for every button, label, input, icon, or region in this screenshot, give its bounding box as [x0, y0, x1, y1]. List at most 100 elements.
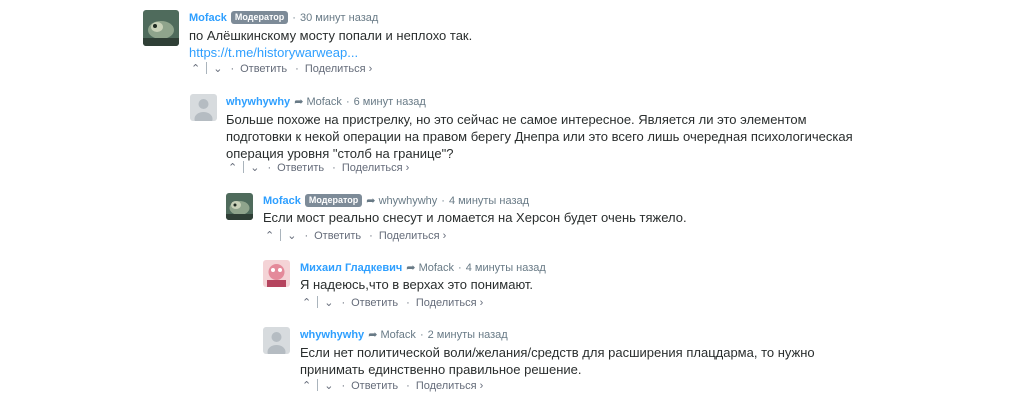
timestamp[interactable]: 4 минуты назад [449, 195, 529, 207]
separator-dot: · [341, 380, 346, 392]
separator-dot: · [369, 230, 373, 242]
reply-button[interactable]: Ответить [314, 230, 361, 242]
comment-text-line: Если нет политической воли/желания/средс… [300, 345, 815, 360]
reply-button[interactable]: Ответить [351, 380, 398, 392]
reply-button[interactable]: Ответить [240, 63, 287, 75]
chevron-up-icon[interactable]: ⌃ [302, 296, 311, 310]
reply-arrow-icon: ➦ [368, 329, 378, 341]
avatar-lizard-icon [143, 10, 179, 46]
separator-dot: · [292, 12, 296, 24]
reply-to-name: Mofack [418, 262, 455, 274]
author-name[interactable]: whywhywhy [226, 96, 290, 108]
separator-dot: · [267, 162, 272, 174]
avatar-lizard-icon [226, 193, 253, 220]
separator-dot: · [341, 297, 346, 309]
separator-dot: · [332, 162, 336, 174]
reply-to[interactable]: ➦ Mofack [368, 329, 416, 341]
comment-header: Mofack Модератор · 30 минут назад [189, 11, 378, 25]
comment: whywhywhy ➦ Mofack · 2 минуты назад Если не… [263, 327, 983, 399]
comment-body: Больше похоже на пристрелку, но это сейч… [226, 111, 1006, 162]
comment-footer: ⌃ ⌄ · Ответить · Поделиться › [191, 62, 372, 76]
avatar[interactable] [143, 10, 179, 46]
comment-body: по Алёшкинскому мосту попали и неплохо т… [189, 27, 829, 61]
timestamp[interactable]: 6 минут назад [354, 96, 426, 108]
reply-arrow-icon: ➦ [294, 96, 304, 108]
reply-to-name: Mofack [380, 329, 416, 341]
reply-button[interactable]: Ответить [351, 297, 398, 309]
separator-dot: · [419, 329, 424, 341]
comment-header: Mofack Модератор ➦ whywhywhy · 4 минуты наза… [263, 194, 529, 208]
comment-footer: ⌃ ⌄ · Ответить · Поделиться › [228, 161, 409, 175]
separator-dot: · [345, 96, 350, 108]
comment: Mofack Модератор ➦ whywhywhy · 4 минуты наза… [226, 193, 986, 248]
avatar-cartoon-icon [263, 260, 290, 287]
chevron-down-icon[interactable]: ⌄ [250, 161, 259, 175]
reply-to[interactable]: ➦ whywhywhy [366, 195, 437, 207]
chevron-down-icon[interactable]: ⌄ [287, 229, 296, 243]
timestamp[interactable]: 4 минуты назад [466, 262, 546, 274]
timestamp[interactable]: 2 минуты назад [428, 329, 508, 341]
share-button[interactable]: Поделиться › [416, 380, 483, 392]
comment-body: Я надеюсь,что в верхах это понимают. [300, 276, 960, 293]
avatar[interactable] [263, 327, 290, 354]
share-button[interactable]: Поделиться › [342, 162, 409, 174]
avatar[interactable] [226, 193, 253, 220]
author-name[interactable]: Mofack [189, 12, 227, 24]
reply-arrow-icon: ➦ [366, 195, 376, 207]
comment-footer: ⌃ ⌄ · Ответить · Поделиться › [265, 229, 446, 243]
reply-button[interactable]: Ответить [277, 162, 324, 174]
share-button[interactable]: Поделиться › [305, 63, 372, 75]
comment: Михаил Гладкевич ➦ Mofack · 4 минуты назад … [263, 260, 983, 315]
comment: whywhywhy ➦ Mofack · 6 минут назад Больше п… [190, 94, 1010, 184]
reply-to-name: Mofack [306, 96, 342, 108]
share-button[interactable]: Поделиться › [379, 230, 446, 242]
chevron-up-icon[interactable]: ⌃ [265, 229, 274, 243]
reply-arrow-icon: ➦ [406, 262, 416, 274]
chevron-up-icon[interactable]: ⌃ [228, 161, 237, 175]
comment-header: whywhywhy ➦ Mofack · 6 минут назад [226, 95, 426, 109]
author-name[interactable]: Михаил Гладкевич [300, 262, 402, 274]
reply-to-name: whywhywhy [378, 195, 438, 207]
separator-dot: · [406, 297, 410, 309]
avatar[interactable] [190, 94, 217, 121]
comment-text-line: операция уровня "столб на границе"? [226, 146, 454, 161]
chevron-down-icon[interactable]: ⌄ [213, 62, 222, 76]
separator-dot: · [441, 195, 445, 207]
share-button[interactable]: Поделиться › [416, 297, 483, 309]
comment-text: Если мост реально снесут и ломается на Х… [263, 210, 687, 225]
comment-body: Если мост реально снесут и ломается на Х… [263, 209, 963, 226]
author-name[interactable]: whywhywhy [300, 329, 364, 341]
chevron-down-icon[interactable]: ⌄ [324, 379, 333, 393]
comment-footer: ⌃ ⌄ · Ответить · Поделиться › [302, 296, 483, 310]
comment-text-line: подготовки к некой операции на правом бе… [226, 129, 853, 144]
vote-divider [317, 379, 319, 391]
chevron-down-icon[interactable]: ⌄ [324, 296, 333, 310]
moderator-badge: Модератор [304, 194, 363, 207]
vote-divider [280, 229, 282, 241]
comment-text: по Алёшкинскому мосту попали и неплохо т… [189, 28, 473, 43]
comment-text-line: Больше похоже на пристрелку, но это сейч… [226, 112, 807, 127]
default-user-icon [190, 94, 217, 121]
comment-header: whywhywhy ➦ Mofack · 2 минуты назад [300, 328, 508, 342]
avatar[interactable] [263, 260, 290, 287]
comment-text-line: принимать единственно правильное решение… [300, 362, 582, 377]
reply-to[interactable]: ➦ Mofack [406, 262, 454, 274]
separator-dot: · [230, 63, 235, 75]
vote-divider [243, 161, 245, 173]
timestamp[interactable]: 30 минут назад [300, 12, 378, 24]
comment-header: Михаил Гладкевич ➦ Mofack · 4 минуты назад [300, 261, 546, 275]
comment: Mofack Модератор · 30 минут назад по Алёшки… [143, 10, 843, 80]
separator-dot: · [295, 63, 299, 75]
separator-dot: · [406, 380, 410, 392]
comment-link[interactable]: https://t.me/historywarweap... [189, 44, 829, 61]
moderator-badge: Модератор [230, 11, 289, 24]
chevron-up-icon[interactable]: ⌃ [302, 379, 311, 393]
vote-divider [317, 296, 319, 308]
reply-to[interactable]: ➦ Mofack [294, 96, 342, 108]
chevron-up-icon[interactable]: ⌃ [191, 62, 200, 76]
comment-body: Если нет политической воли/желания/средс… [300, 344, 980, 378]
default-user-icon [263, 327, 290, 354]
separator-dot: · [458, 262, 462, 274]
author-name[interactable]: Mofack [263, 195, 301, 207]
comment-footer: ⌃ ⌄ · Ответить · Поделиться › [302, 379, 483, 393]
